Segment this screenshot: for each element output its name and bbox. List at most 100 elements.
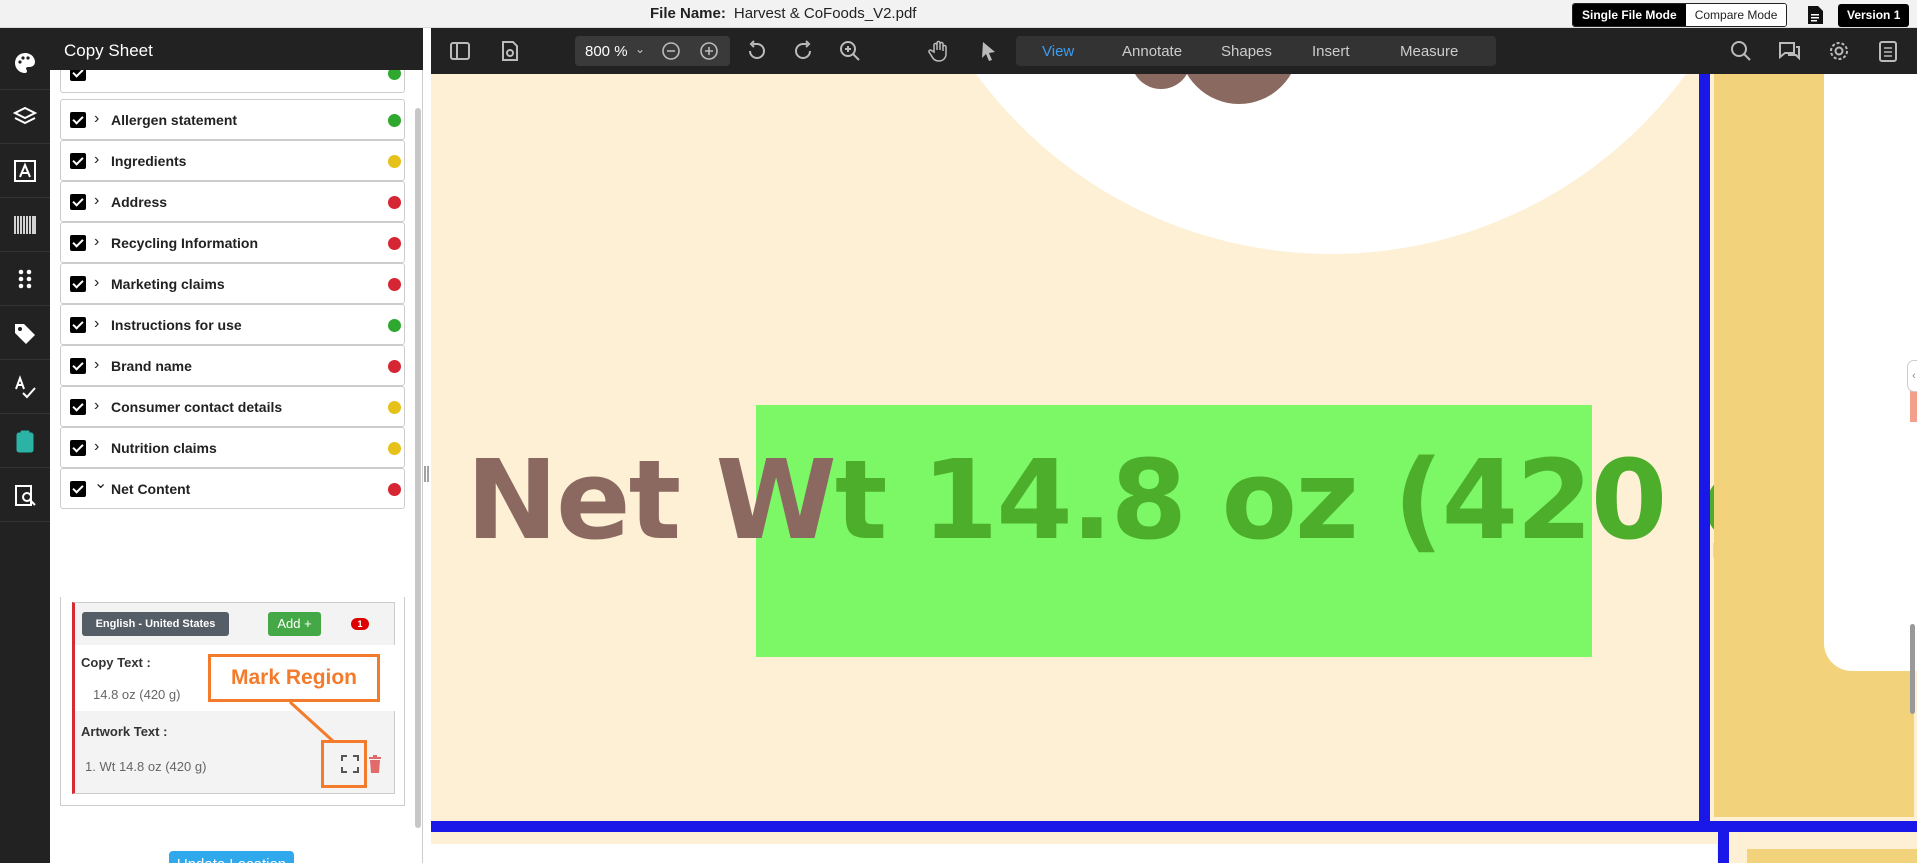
artwork-gold-panel-lower [1747,849,1917,863]
dieline-vertical [1699,74,1710,823]
status-dot [388,442,401,455]
row-checkbox[interactable] [70,317,86,333]
rail-barcode[interactable] [0,198,50,252]
row-checkbox[interactable] [70,399,86,415]
artwork-text-item: 1. Wt 14.8 oz (420 g) [85,759,207,774]
clipboard-icon [16,430,34,452]
callout-highlight-box [321,740,367,788]
copy-row[interactable]: › Recycling Information [60,222,405,263]
version-dropdown[interactable]: Version 1 [1838,4,1910,27]
row-checkbox[interactable] [70,481,86,497]
chevron-down-icon[interactable]: ⌄ [635,42,645,56]
chevron-right-icon[interactable]: › [94,110,99,128]
tab-measure[interactable]: Measure [1400,43,1458,60]
chevron-right-icon[interactable]: › [94,233,99,251]
artwork-text-plain: Net W [466,436,837,564]
tool-rail [0,28,50,863]
copy-row[interactable]: › Nutrition claims [60,427,405,468]
panel-scrollbar[interactable] [415,108,421,828]
status-dot [388,401,401,414]
rail-text[interactable] [0,144,50,198]
zoom-control: 800 % ⌄ [575,36,730,66]
row-checkbox[interactable] [70,194,86,210]
add-button[interactable]: Add + [268,612,321,636]
single-file-mode-button[interactable]: Single File Mode [1573,4,1686,26]
tab-shapes[interactable]: Shapes [1221,43,1272,60]
artwork-white-panel [1824,74,1917,671]
chevron-right-icon[interactable]: › [94,151,99,169]
trash-icon[interactable] [368,755,382,773]
copy-row[interactable]: › Allergen statement [60,99,405,140]
chevron-right-icon[interactable]: › [94,397,99,415]
compare-mode-button[interactable]: Compare Mode [1685,4,1787,26]
sidebar-toggle-icon[interactable] [449,40,471,62]
row-checkbox[interactable] [70,276,86,292]
dieline-vertical-lower [1718,832,1729,863]
copy-text-value: 14.8 oz (420 g) [93,687,181,702]
zoom-magnifier-icon[interactable] [839,40,861,62]
document-icon[interactable] [1807,6,1823,24]
status-dot [388,70,401,80]
comments-icon[interactable] [1778,40,1800,62]
chevron-right-icon[interactable]: › [94,438,99,456]
row-checkbox[interactable] [70,70,86,81]
file-name-label: File Name: [650,5,726,22]
collapse-right-panel-button[interactable]: ‹ [1907,360,1917,392]
row-label: Net Content [111,481,191,497]
row-label: Brand name [111,358,192,374]
status-dot [388,196,401,209]
status-dot [388,278,401,291]
rotate-left-icon[interactable] [745,40,767,62]
chevron-right-icon[interactable]: › [94,192,99,210]
chevron-right-icon[interactable]: › [94,315,99,333]
rail-tag[interactable] [0,306,50,360]
status-dot [388,319,401,332]
row-checkbox[interactable] [70,235,86,251]
row-checkbox[interactable] [70,440,86,456]
chevron-down-icon[interactable]: ⌄ [94,473,107,493]
row-checkbox[interactable] [70,358,86,374]
zoom-out-icon[interactable] [661,41,681,61]
mark-region-callout: Mark Region [208,654,380,702]
row-label: Ingredients [111,153,187,169]
tab-view[interactable]: View [1042,43,1074,60]
tab-annotate[interactable]: Annotate [1122,43,1182,60]
copy-row-hidden[interactable] [60,70,405,93]
copy-row[interactable]: › Brand name [60,345,405,386]
zoom-value[interactable]: 800 % [585,43,628,60]
rail-copy-sheet[interactable] [0,414,50,468]
copy-row[interactable]: › Ingredients [60,140,405,181]
rotate-right-icon[interactable] [793,40,815,62]
update-location-button[interactable]: Update Location [169,851,294,863]
row-checkbox[interactable] [70,153,86,169]
language-button[interactable]: English - United States [82,612,229,636]
rail-layers[interactable] [0,90,50,144]
tab-insert[interactable]: Insert [1312,43,1350,60]
search-icon[interactable] [1730,40,1752,62]
panel-splitter[interactable] [423,28,431,863]
chevron-right-icon[interactable]: › [94,274,99,292]
copy-row[interactable]: › Instructions for use [60,304,405,345]
rail-spellcheck[interactable] [0,360,50,414]
pan-hand-icon[interactable] [928,40,950,62]
select-pointer-icon[interactable] [978,40,1000,62]
copy-row[interactable]: › Consumer contact details [60,386,405,427]
row-checkbox[interactable] [70,112,86,128]
copy-row[interactable]: › Marketing claims [60,263,405,304]
copy-sheet-list[interactable]: › Allergen statement › Ingredients › Address ›… [50,70,423,863]
row-label: Consumer contact details [111,399,283,415]
drag-handle-icon [424,466,429,482]
canvas-scrollbar[interactable] [1910,624,1915,714]
file-settings-icon[interactable] [499,40,521,62]
zoom-in-icon[interactable] [699,41,719,61]
copy-row[interactable]: › Address [60,181,405,222]
artwork-cream-strip [431,832,1717,844]
rail-grid[interactable] [0,252,50,306]
checklist-icon[interactable] [1877,40,1899,62]
gear-icon[interactable] [1828,40,1850,62]
chevron-right-icon[interactable]: › [94,356,99,374]
rail-palette[interactable] [0,36,50,90]
rail-inspect[interactable] [0,468,50,522]
copy-row[interactable]: ⌄ Net Content [60,468,405,509]
document-canvas[interactable]: Net Wt 14.8 oz (420 g) ‹ [431,74,1917,863]
